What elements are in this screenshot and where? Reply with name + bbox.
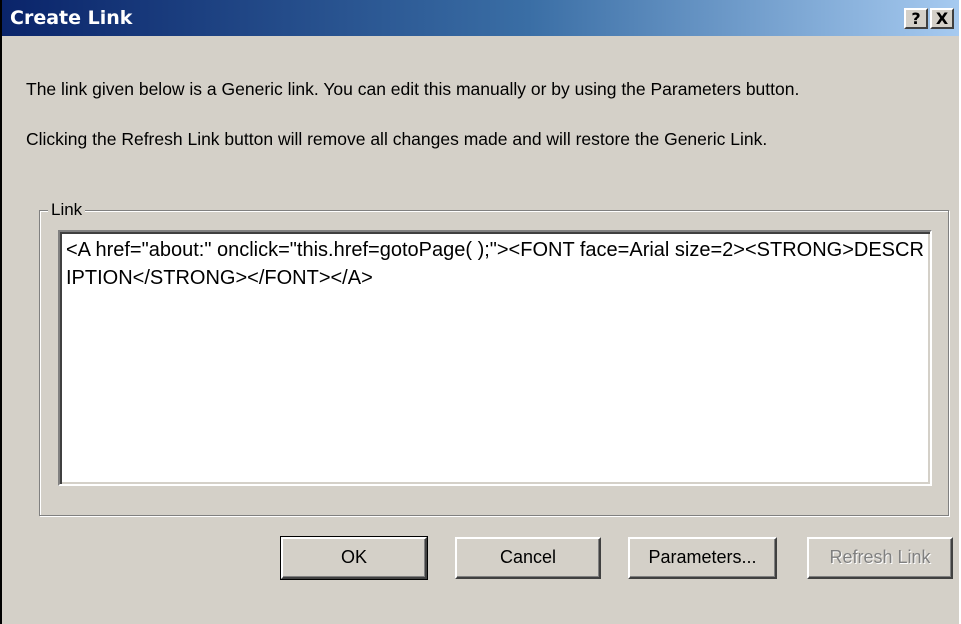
link-textarea[interactable]: <A href="about:" onclick="this.href=goto… [58,230,932,486]
create-link-dialog: Create Link ? X The link given below is … [0,0,959,624]
cancel-button[interactable]: Cancel [455,537,601,579]
parameters-button[interactable]: Parameters... [628,537,777,579]
help-button[interactable]: ? [904,8,928,29]
refresh-link-button[interactable]: Refresh Link [807,537,953,579]
info-text-refresh: Clicking the Refresh Link button will re… [26,129,768,149]
close-button[interactable]: X [930,8,954,29]
link-group-label: Link [48,200,86,220]
dialog-title: Create Link [10,7,133,29]
ok-button[interactable]: OK [280,536,428,580]
info-text-generic-link: The link given below is a Generic link. … [26,79,800,99]
title-bar[interactable]: Create Link ? X [2,0,959,36]
